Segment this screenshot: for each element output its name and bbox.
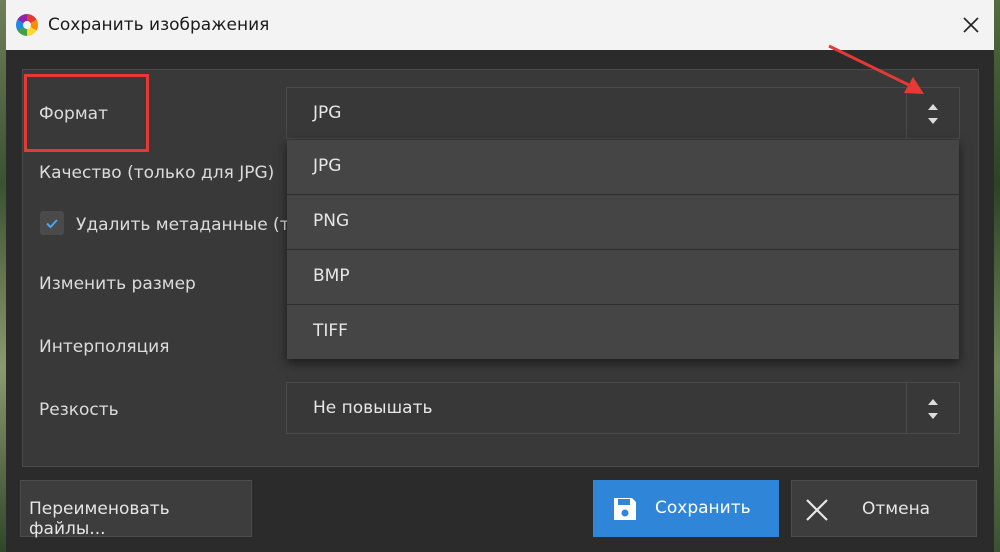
annotation-arrow	[828, 44, 924, 94]
save-images-dialog: Сохранить изображения Формат Качество (т…	[6, 0, 994, 552]
background-right	[994, 0, 1000, 552]
